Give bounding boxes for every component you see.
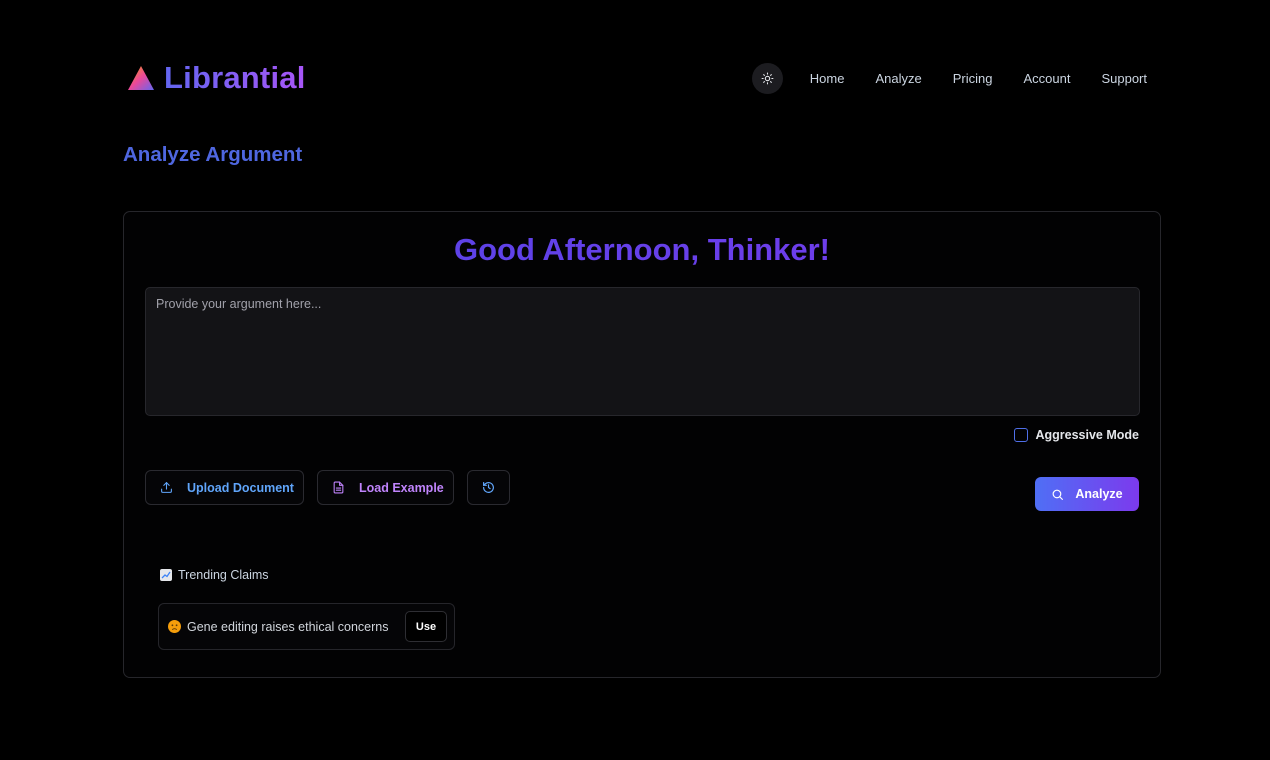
- upload-icon: [161, 482, 172, 493]
- aggressive-mode-checkbox[interactable]: [1014, 428, 1029, 442]
- trending-claim-text: Gene editing raises ethical concerns: [187, 619, 389, 634]
- upload-document-button[interactable]: Upload Document: [145, 470, 304, 505]
- top-nav: Home Analyze Pricing Account Support: [751, 62, 1147, 94]
- analyze-button[interactable]: Analyze: [1035, 477, 1139, 511]
- search-icon: [1052, 489, 1064, 500]
- nav-pricing[interactable]: Pricing: [953, 71, 993, 86]
- trending-claims-label: Trending Claims: [178, 568, 269, 582]
- file-text-icon: [333, 481, 344, 494]
- history-icon: [483, 482, 494, 493]
- app-logo[interactable]: Librantial: [126, 58, 306, 98]
- nav-account[interactable]: Account: [1023, 71, 1070, 86]
- chart-increasing-icon: [160, 569, 172, 581]
- history-button[interactable]: [467, 470, 510, 505]
- upload-document-label: Upload Document: [187, 480, 294, 495]
- analyze-card: Good Afternoon, Thinker! Aggressive Mode…: [123, 211, 1161, 678]
- load-example-label: Load Example: [359, 480, 444, 495]
- argument-input[interactable]: [145, 287, 1140, 416]
- analyze-label: Analyze: [1075, 487, 1123, 501]
- use-claim-button[interactable]: Use: [405, 611, 447, 642]
- nav-home[interactable]: Home: [810, 71, 845, 86]
- theme-toggle-button[interactable]: [751, 62, 783, 94]
- page-title: Analyze Argument: [123, 143, 303, 166]
- triangle-logo-icon: [128, 66, 154, 90]
- sun-icon: [761, 72, 774, 84]
- app-name: Librantial: [164, 60, 306, 95]
- aggressive-mode-toggle[interactable]: Aggressive Mode: [1014, 428, 1139, 442]
- worried-face-emoji-icon: [168, 620, 181, 633]
- load-example-button[interactable]: Load Example: [317, 470, 454, 505]
- trending-claim-item: Gene editing raises ethical concerns Use: [158, 603, 455, 650]
- trending-claims-heading: Trending Claims: [160, 568, 269, 582]
- nav-support[interactable]: Support: [1101, 71, 1147, 86]
- greeting-heading: Good Afternoon, Thinker!: [124, 232, 1160, 268]
- nav-analyze[interactable]: Analyze: [875, 71, 921, 86]
- aggressive-mode-label: Aggressive Mode: [1035, 428, 1139, 442]
